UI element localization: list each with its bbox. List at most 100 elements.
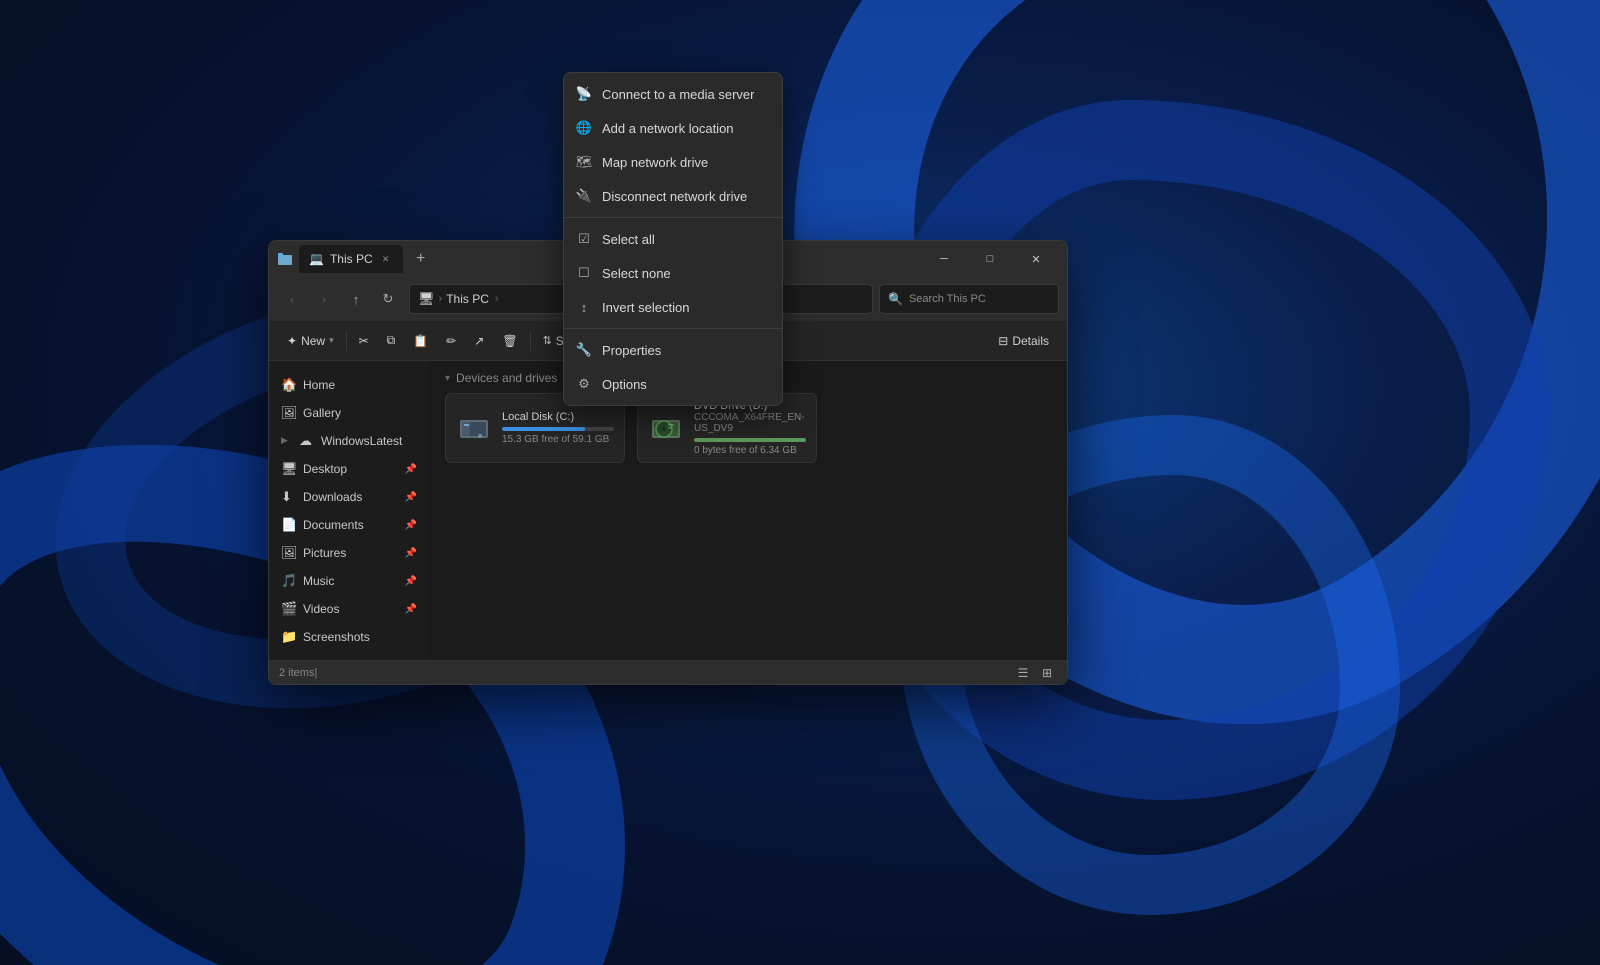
pin-icon-4: 📌: [405, 548, 417, 559]
sidebar-item-music[interactable]: 🎵 Music 📌: [273, 567, 425, 595]
search-icon: 🔍: [888, 292, 903, 306]
c-drive-progress-bar: [502, 427, 614, 431]
menu-icon-disconnect-drive: 🔌: [576, 188, 592, 204]
status-text: 2 items: [279, 667, 314, 679]
cloud-icon: ☁: [299, 433, 315, 449]
copy-icon: ⧉: [387, 333, 396, 348]
menu-item-add-network[interactable]: 🌐 Add a network location: [564, 111, 782, 145]
address-separator-2: ›: [495, 293, 499, 305]
rename-icon: ✏: [446, 334, 456, 348]
menu-label-select-all: Select all: [602, 232, 655, 247]
menu-icon-select-none: ☐: [576, 265, 592, 281]
music-icon: 🎵: [281, 573, 297, 589]
copy-button[interactable]: ⧉: [379, 327, 404, 355]
menu-item-properties[interactable]: 🔧 Properties: [564, 333, 782, 367]
paste-icon: 📋: [413, 334, 428, 348]
menu-item-invert-selection[interactable]: ↕ Invert selection: [564, 290, 782, 324]
share-button[interactable]: ↗: [466, 327, 492, 355]
sidebar-item-windowslatest[interactable]: ▶ ☁ WindowsLatest: [273, 427, 425, 455]
menu-icon-select-all: ☑: [576, 231, 592, 247]
paste-button[interactable]: 📋: [405, 327, 436, 355]
sidebar-label-pictures: Pictures: [303, 546, 346, 560]
menu-label-options: Options: [602, 377, 647, 392]
sidebar-label-screenshots: Screenshots: [303, 630, 370, 644]
menu-item-connect-media[interactable]: 📡 Connect to a media server: [564, 77, 782, 111]
sidebar-label-videos: Videos: [303, 602, 339, 616]
pin-icon-5: 📌: [405, 576, 417, 587]
details-button[interactable]: ⊟ Details: [990, 327, 1057, 355]
sidebar-item-gallery[interactable]: 🖼 Gallery: [273, 399, 425, 427]
menu-label-invert-selection: Invert selection: [602, 300, 689, 315]
d-drive-info: DVD Drive (D:) CCCOMA_X64FRE_EN-US_DV9 0…: [694, 400, 806, 456]
search-bar[interactable]: 🔍 Search This PC: [879, 284, 1059, 314]
scissors-icon: ✂: [359, 334, 369, 348]
list-view-button[interactable]: ☰: [1013, 663, 1033, 683]
sidebar-item-desktop[interactable]: 🖥 Desktop 📌: [273, 455, 425, 483]
menu-icon-connect-media: 📡: [576, 86, 592, 102]
sidebar-item-pictures[interactable]: 🖼 Pictures 📌: [273, 539, 425, 567]
sidebar-item-documents[interactable]: 📄 Documents 📌: [273, 511, 425, 539]
menu-item-select-none[interactable]: ☐ Select none: [564, 256, 782, 290]
sidebar-item-downloads[interactable]: ⬇ Downloads 📌: [273, 483, 425, 511]
c-drive-icon-wrap: [456, 410, 492, 446]
menu-icon-map-drive: 🗺: [576, 154, 592, 170]
sidebar-item-videos[interactable]: 🎬 Videos 📌: [273, 595, 425, 623]
address-monitor-icon: 🖥: [418, 291, 435, 307]
downloads-icon: ⬇: [281, 489, 297, 505]
status-view-controls: ☰ ⊞: [1013, 663, 1057, 683]
d-drive-progress-bar: [694, 438, 806, 442]
tab-label: This PC: [330, 252, 373, 266]
menu-label-disconnect-drive: Disconnect network drive: [602, 189, 747, 204]
menu-item-select-all[interactable]: ☑ Select all: [564, 222, 782, 256]
menu-item-options[interactable]: ⚙ Options: [564, 367, 782, 401]
sidebar-label-documents: Documents: [303, 518, 364, 532]
rename-button[interactable]: ✏: [438, 327, 464, 355]
tab-this-pc[interactable]: 💻 This PC ✕: [299, 245, 403, 273]
c-drive-progress-fill: [502, 427, 585, 431]
menu-item-disconnect-drive[interactable]: 🔌 Disconnect network drive: [564, 179, 782, 213]
separator-1: [346, 331, 347, 351]
close-button[interactable]: ✕: [1013, 241, 1059, 277]
desktop-icon: 🖥: [281, 461, 297, 477]
sidebar-label-music: Music: [303, 574, 334, 588]
documents-icon: 📄: [281, 517, 297, 533]
search-placeholder: Search This PC: [909, 293, 986, 305]
home-icon: 🏠: [281, 377, 297, 393]
minimize-button[interactable]: ─: [921, 241, 967, 277]
sidebar-item-home[interactable]: 🏠 Home: [273, 371, 425, 399]
d-drive-icon-wrap: [648, 410, 684, 446]
explorer-window-icon: [277, 251, 293, 267]
delete-button[interactable]: 🗑: [494, 327, 525, 355]
sidebar: 🏠 Home 🖼 Gallery ▶ ☁ WindowsLatest 🖥 Des…: [269, 361, 429, 660]
up-button[interactable]: ↑: [341, 284, 371, 314]
d-drive-progress-fill: [694, 438, 806, 442]
section-title: Devices and drives: [456, 371, 557, 385]
menu-icon-invert-selection: ↕: [576, 299, 592, 315]
menu-label-select-none: Select none: [602, 266, 671, 281]
pictures-icon: 🖼: [281, 545, 297, 561]
sort-icon: ⇅: [543, 334, 552, 347]
forward-button[interactable]: ›: [309, 284, 339, 314]
cut-button[interactable]: ✂: [351, 327, 377, 355]
tab-close-button[interactable]: ✕: [379, 252, 393, 266]
tab-icon: 💻: [309, 252, 324, 266]
refresh-button[interactable]: ↻: [373, 284, 403, 314]
new-dropdown-arrow: ▾: [329, 335, 334, 346]
delete-icon: 🗑: [502, 334, 517, 348]
pin-icon-3: 📌: [405, 520, 417, 531]
sidebar-item-screenshots[interactable]: 📁 Screenshots: [273, 623, 425, 651]
dropdown-menu: 📡 Connect to a media server 🌐 Add a netw…: [563, 72, 783, 406]
menu-label-connect-media: Connect to a media server: [602, 87, 754, 102]
section-toggle[interactable]: ▾: [445, 373, 450, 384]
c-drive-info: Local Disk (C:) 15.3 GB free of 59.1 GB: [502, 411, 614, 445]
sidebar-label-windowslatest: WindowsLatest: [321, 434, 402, 448]
maximize-button[interactable]: □: [967, 241, 1013, 277]
back-button[interactable]: ‹: [277, 284, 307, 314]
menu-item-map-drive[interactable]: 🗺 Map network drive: [564, 145, 782, 179]
grid-view-button[interactable]: ⊞: [1037, 663, 1057, 683]
sidebar-label-downloads: Downloads: [303, 490, 362, 504]
c-drive-name: Local Disk (C:): [502, 411, 614, 423]
new-tab-button[interactable]: +: [407, 245, 435, 273]
sidebar-label-home: Home: [303, 378, 335, 392]
new-button[interactable]: ✦ New ▾: [279, 327, 342, 355]
